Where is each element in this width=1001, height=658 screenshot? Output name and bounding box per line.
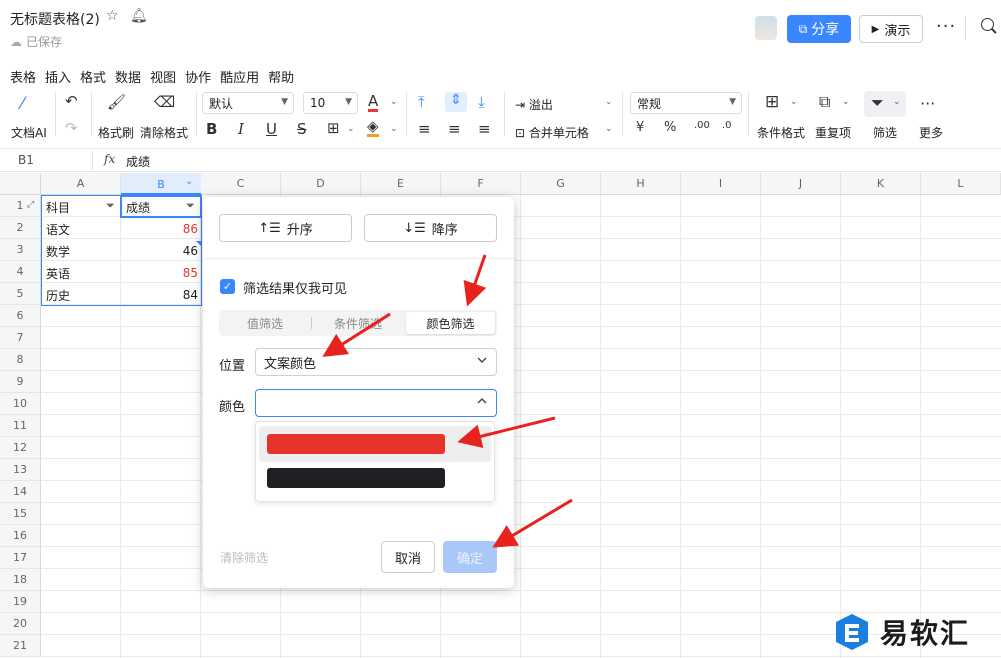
arrow-color-filter-tab [463,254,487,307]
watermark-logo [836,614,868,650]
arrow-position-select [322,312,391,357]
arrow-confirm-button [492,498,573,548]
watermark-text: 易软汇 [880,617,971,650]
annotation-arrows [322,254,573,548]
arrow-red-option [457,416,556,449]
watermark: 易软汇 [832,612,970,652]
